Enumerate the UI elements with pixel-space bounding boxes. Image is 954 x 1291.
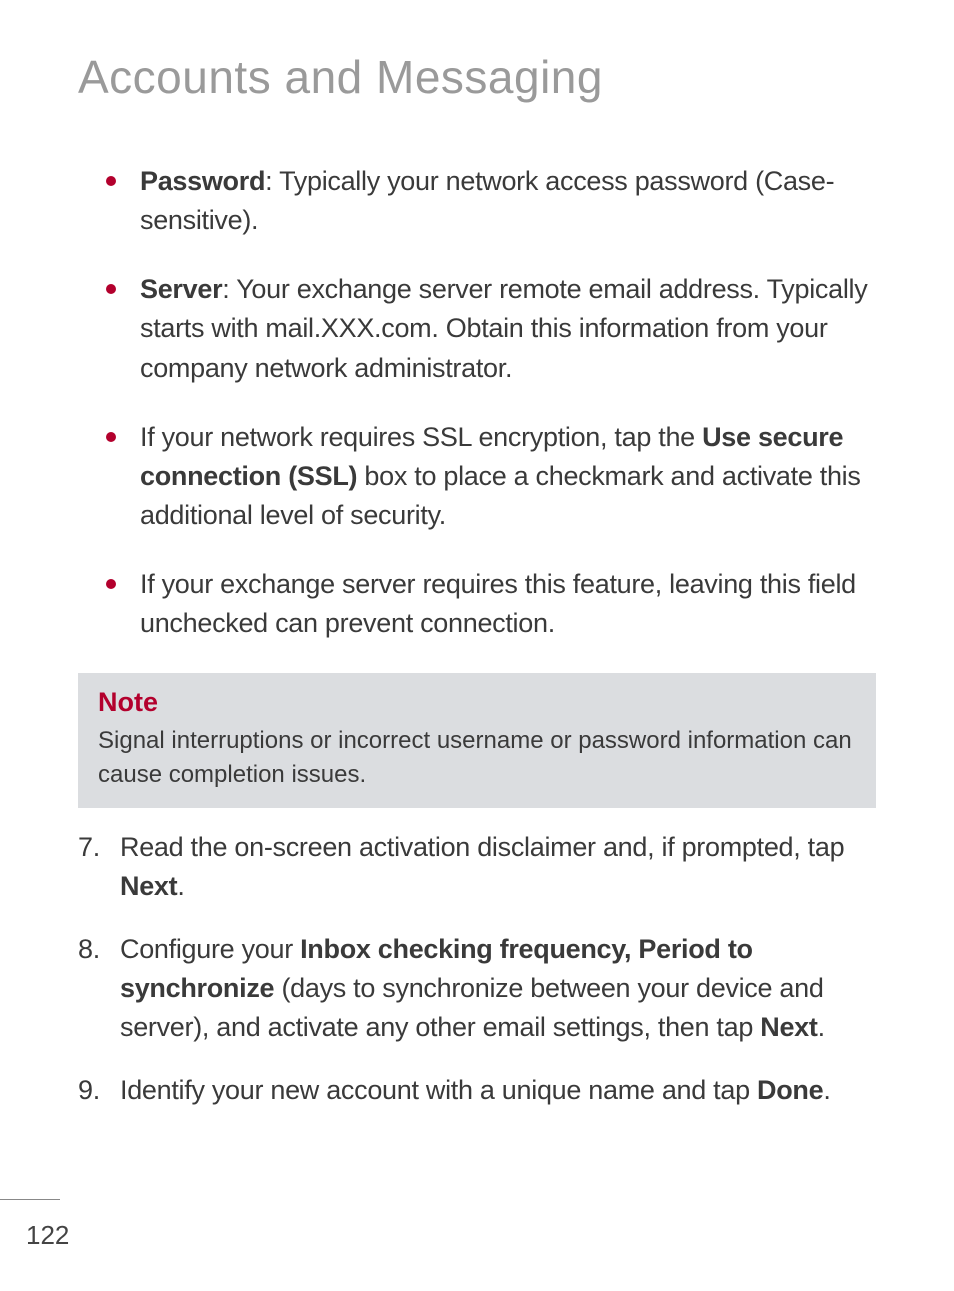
step-text-pre: Read the on-screen activation disclaimer… (120, 832, 844, 862)
bullet-sep: : (222, 274, 236, 304)
numbered-steps: 7. Read the on-screen activation disclai… (78, 828, 876, 1111)
page-content: Accounts and Messaging Password: Typical… (0, 0, 954, 1110)
bullet-item: Server: Your exchange server remote emai… (140, 270, 876, 387)
step-item: 7. Read the on-screen activation disclai… (78, 828, 876, 906)
step-text-pre: Identify your new account with a unique … (120, 1075, 757, 1105)
bullet-item: Password: Typically your network access … (140, 162, 876, 240)
bullet-text: If your exchange server requires this fe… (140, 569, 856, 638)
bullet-list: Password: Typically your network access … (78, 162, 876, 643)
bullet-text-pre: If your network requires SSL encryption,… (140, 422, 702, 452)
step-text-post: . (177, 871, 184, 901)
step-text-pre: Configure your (120, 934, 300, 964)
page-footer: 122 (0, 1199, 69, 1251)
bullet-label: Password (140, 166, 265, 196)
bullet-item: If your exchange server requires this fe… (140, 565, 876, 643)
bullet-sep: : (265, 166, 279, 196)
step-bold: Next (760, 1012, 817, 1042)
page-heading: Accounts and Messaging (78, 50, 876, 104)
step-text-post: . (818, 1012, 825, 1042)
bullet-item: If your network requires SSL encryption,… (140, 418, 876, 535)
note-text: Signal interruptions or incorrect userna… (98, 724, 856, 791)
step-text-post: . (823, 1075, 830, 1105)
bullet-label: Server (140, 274, 222, 304)
step-bold: Done (757, 1075, 823, 1105)
note-box: Note Signal interruptions or incorrect u… (78, 673, 876, 807)
step-bold: Next (120, 871, 177, 901)
note-title: Note (98, 687, 856, 718)
bullet-text: Your exchange server remote email addres… (140, 274, 867, 382)
footer-divider (0, 1199, 60, 1200)
step-number: 9. (78, 1071, 100, 1110)
step-number: 7. (78, 828, 100, 867)
page-number: 122 (26, 1220, 69, 1251)
step-number: 8. (78, 930, 100, 969)
step-item: 8. Configure your Inbox checking frequen… (78, 930, 876, 1047)
step-item: 9. Identify your new account with a uniq… (78, 1071, 876, 1110)
